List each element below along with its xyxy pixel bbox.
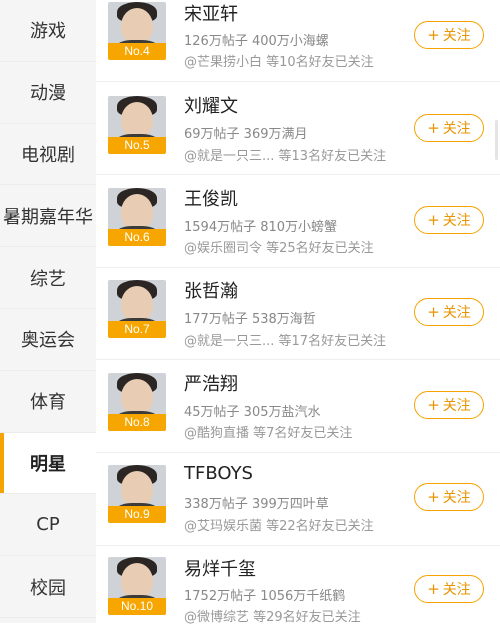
avatar-face — [121, 8, 153, 44]
follow-button[interactable]: + 关注 — [414, 483, 484, 511]
avatar[interactable]: No.4 — [108, 2, 166, 60]
follow-label: 关注 — [442, 213, 471, 229]
list-item[interactable]: No.7 张哲瀚 177万帖子 538万海哲 @就是一只三... 等17名好友已… — [96, 266, 500, 360]
follow-button[interactable]: + 关注 — [414, 114, 484, 142]
star-stats: 338万帖子 399万四叶草 — [184, 497, 329, 512]
follow-label: 关注 — [442, 490, 471, 506]
friends-following: @艾玛娱乐菌 等22名好友已关注 — [184, 519, 374, 534]
star-stats: 126万帖子 400万小海螺 — [184, 34, 329, 49]
rank-badge: No.4 — [108, 43, 166, 60]
rank-badge: No.10 — [108, 598, 166, 615]
friends-following: @就是一只三... 等17名好友已关注 — [184, 334, 387, 349]
star-name[interactable]: 宋亚轩 — [184, 0, 238, 26]
friends-following: @微博综艺 等29名好友已关注 — [184, 610, 361, 625]
sidebar-item-variety[interactable]: 综艺 — [0, 247, 96, 309]
list-item[interactable]: No.6 王俊凯 1594万帖子 810万小螃蟹 @娱乐圈司令 等25名好友已关… — [96, 174, 500, 268]
friends-following: @娱乐圈司令 等25名好友已关注 — [184, 241, 374, 256]
plus-icon: + — [427, 396, 440, 414]
avatar-face — [121, 194, 153, 230]
star-name[interactable]: TFBOYS — [184, 463, 253, 484]
list-item[interactable]: No.5 刘耀文 69万帖子 369万满月 @就是一只三... 等13名好友已关… — [96, 81, 500, 175]
sidebar-item-cp[interactable]: CP — [0, 494, 96, 557]
avatar-face — [121, 102, 153, 138]
sidebar-item-summer-carnival[interactable]: 暑期嘉年华 — [0, 185, 96, 248]
friends-following: @酷狗直播 等7名好友已关注 — [184, 426, 353, 441]
sidebar-item-label: 暑期嘉年华 — [3, 206, 93, 228]
rank-badge: No.5 — [108, 137, 166, 154]
avatar[interactable]: No.6 — [108, 188, 166, 246]
follow-button[interactable]: + 关注 — [414, 575, 484, 603]
category-sidebar: 游戏 动漫 电视剧 暑期嘉年华 综艺 奥运会 体育 明星 CP 校园 — [0, 0, 96, 623]
avatar[interactable]: No.8 — [108, 373, 166, 431]
list-item[interactable]: No.10 易烊千玺 1752万帖子 1056万千纸鹤 @微博综艺 等29名好友… — [96, 545, 500, 638]
rank-badge: No.7 — [108, 321, 166, 338]
follow-label: 关注 — [442, 582, 471, 598]
friends-following: @就是一只三... 等13名好友已关注 — [184, 149, 387, 164]
plus-icon: + — [427, 303, 440, 321]
sidebar-item-sports[interactable]: 体育 — [0, 371, 96, 433]
sidebar-item-olympics[interactable]: 奥运会 — [0, 309, 96, 371]
follow-label: 关注 — [442, 305, 471, 321]
scrollbar[interactable] — [495, 120, 498, 160]
avatar-face — [121, 471, 153, 507]
avatar[interactable]: No.10 — [108, 557, 166, 615]
sidebar-item-label: 明星 — [30, 453, 66, 475]
follow-button[interactable]: + 关注 — [414, 298, 484, 326]
plus-icon: + — [427, 211, 440, 229]
sidebar-item-label: 动漫 — [30, 83, 66, 105]
friends-following: @芒果捞小白 等10名好友已关注 — [184, 55, 374, 70]
avatar-face — [121, 286, 153, 322]
star-name[interactable]: 严浩翔 — [184, 370, 238, 396]
star-name[interactable]: 王俊凯 — [184, 185, 238, 211]
avatar[interactable]: No.5 — [108, 96, 166, 154]
follow-button[interactable]: + 关注 — [414, 391, 484, 419]
star-stats: 1594万帖子 810万小螃蟹 — [184, 220, 338, 235]
sidebar-item-campus[interactable]: 校园 — [0, 556, 96, 618]
star-stats: 69万帖子 369万满月 — [184, 127, 308, 142]
avatar-face — [121, 563, 153, 599]
active-indicator — [0, 432, 4, 494]
list-item[interactable]: No.4 宋亚轩 126万帖子 400万小海螺 @芒果捞小白 等10名好友已关注… — [96, 0, 500, 82]
star-name[interactable]: 刘耀文 — [184, 92, 238, 118]
avatar[interactable]: No.9 — [108, 465, 166, 523]
sidebar-item-label: 体育 — [30, 392, 66, 414]
plus-icon: + — [427, 488, 440, 506]
star-name[interactable]: 张哲瀚 — [184, 277, 238, 303]
list-item[interactable]: No.8 严浩翔 45万帖子 305万盐汽水 @酷狗直播 等7名好友已关注 + 关… — [96, 359, 500, 453]
star-ranking-list: No.4 宋亚轩 126万帖子 400万小海螺 @芒果捞小白 等10名好友已关注… — [96, 0, 500, 625]
sidebar-item-label: 游戏 — [30, 21, 66, 43]
avatar-face — [121, 379, 153, 415]
sidebar-item-tv-series[interactable]: 电视剧 — [0, 124, 96, 186]
plus-icon: + — [427, 26, 440, 44]
follow-label: 关注 — [442, 398, 471, 414]
plus-icon: + — [427, 580, 440, 598]
list-item[interactable]: No.9 TFBOYS 338万帖子 399万四叶草 @艾玛娱乐菌 等22名好友… — [96, 452, 500, 546]
star-name[interactable]: 易烊千玺 — [184, 555, 256, 581]
rank-badge: No.8 — [108, 414, 166, 431]
sidebar-item-label: 校园 — [30, 577, 66, 599]
sidebar-item-label: CP — [36, 514, 60, 536]
rank-badge: No.6 — [108, 229, 166, 246]
follow-label: 关注 — [442, 28, 471, 44]
star-stats: 177万帖子 538万海哲 — [184, 312, 316, 327]
avatar[interactable]: No.7 — [108, 280, 166, 338]
follow-label: 关注 — [442, 121, 471, 137]
sidebar-item-label: 奥运会 — [21, 330, 75, 352]
plus-icon: + — [427, 119, 440, 137]
sidebar-item-label: 综艺 — [30, 268, 66, 290]
sidebar-item-label: 电视剧 — [21, 144, 75, 166]
follow-button[interactable]: + 关注 — [414, 21, 484, 49]
sidebar-item-games[interactable]: 游戏 — [0, 0, 96, 62]
star-stats: 1752万帖子 1056万千纸鹤 — [184, 589, 346, 604]
sidebar-item-stars[interactable]: 明星 — [0, 432, 96, 495]
follow-button[interactable]: + 关注 — [414, 206, 484, 234]
star-stats: 45万帖子 305万盐汽水 — [184, 405, 321, 420]
rank-badge: No.9 — [108, 506, 166, 523]
sidebar-item-anime[interactable]: 动漫 — [0, 62, 96, 124]
